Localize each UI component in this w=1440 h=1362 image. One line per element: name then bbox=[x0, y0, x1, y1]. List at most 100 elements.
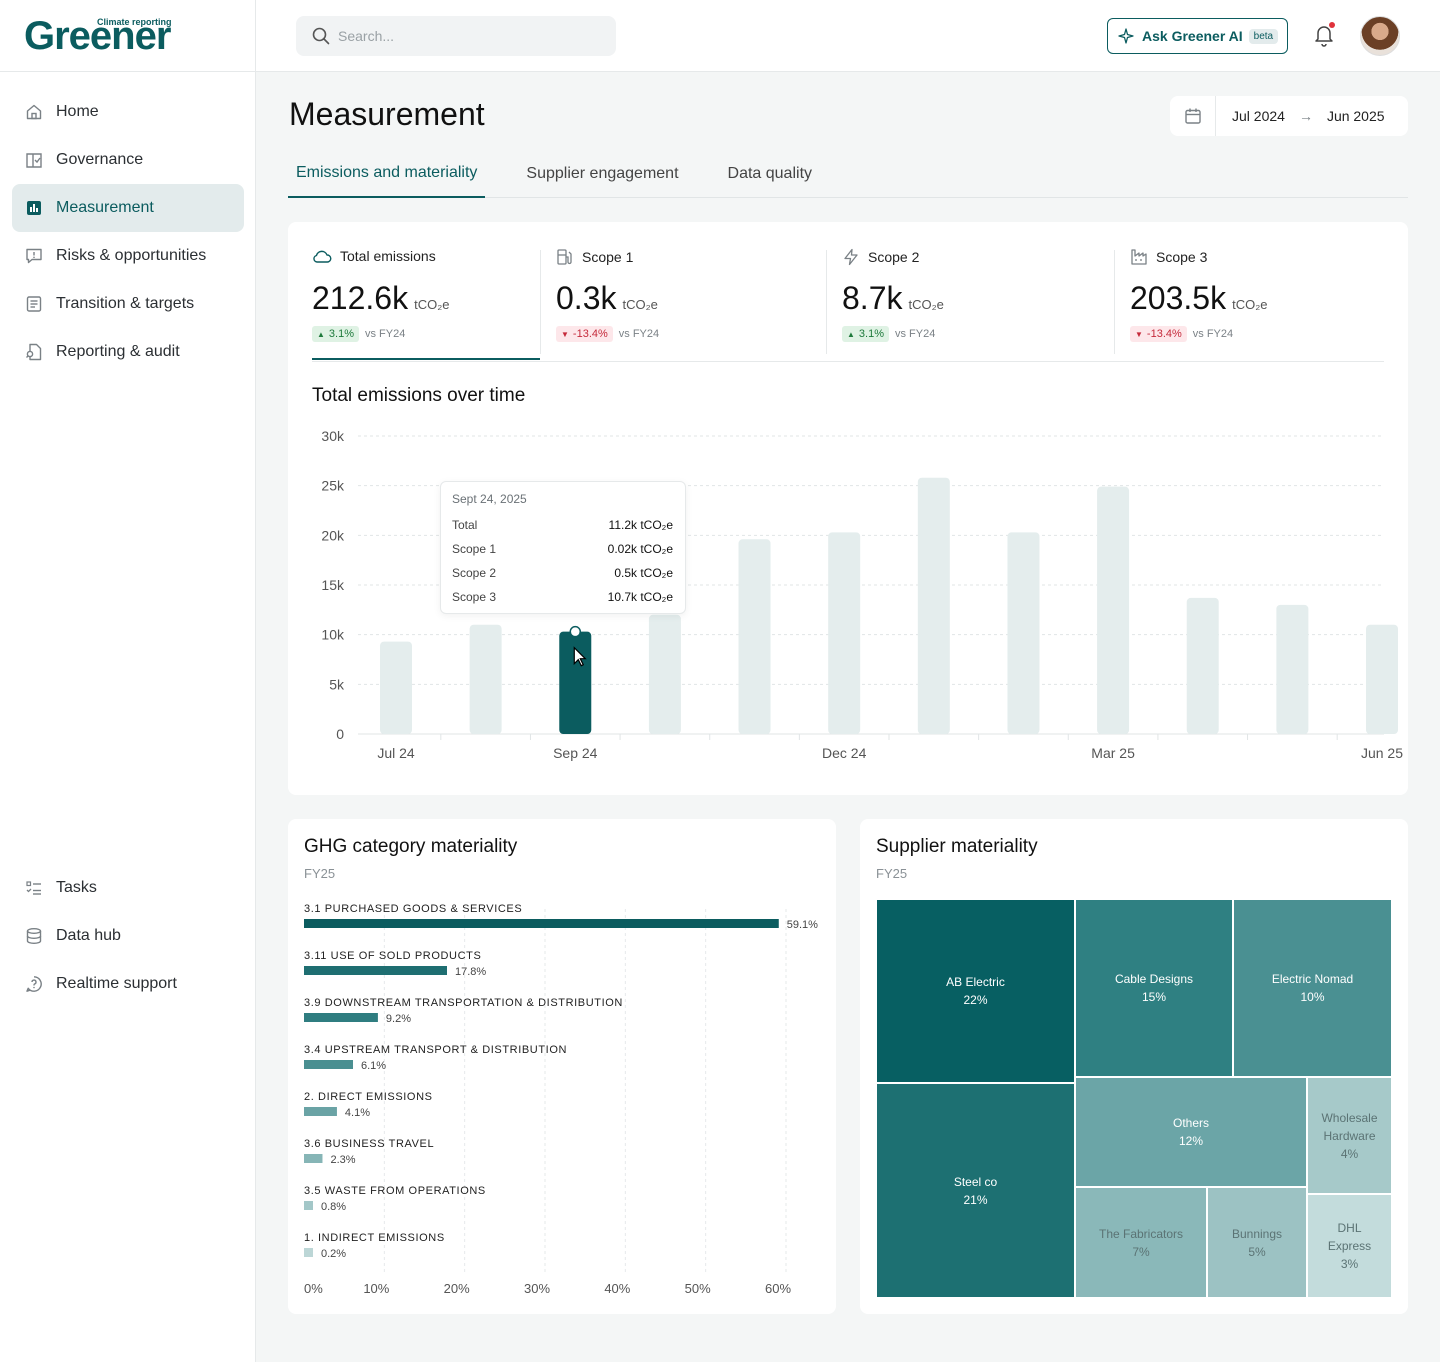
avatar[interactable] bbox=[1360, 16, 1400, 56]
bar-jan-25[interactable] bbox=[917, 477, 950, 734]
bar-jul-24[interactable] bbox=[380, 641, 412, 734]
kpi-scope-2[interactable]: Scope 2 8.7k tCO₂e ▲ 3.1% vs FY24 bbox=[826, 242, 1114, 360]
kpi-value: 8.7k bbox=[842, 280, 903, 316]
category-bar[interactable] bbox=[304, 1060, 354, 1069]
message-alert-icon bbox=[24, 246, 44, 266]
delta-value: -13.4% bbox=[572, 328, 608, 340]
category-bar[interactable] bbox=[304, 1107, 337, 1116]
bar-oct-24[interactable] bbox=[648, 614, 681, 734]
treemap-tile-wholesale-hardware[interactable]: Wholesale Hardware 4% bbox=[1307, 1077, 1392, 1194]
category-bar[interactable] bbox=[304, 1013, 378, 1022]
sidebar-item-governance[interactable]: Governance bbox=[12, 136, 244, 184]
sidebar-item-label: Data hub bbox=[56, 927, 121, 944]
tab-bar: Emissions and materiality Supplier engag… bbox=[288, 150, 1408, 198]
value-label: 2.3% bbox=[330, 1154, 355, 1166]
kpi-unit: tCO₂e bbox=[414, 297, 450, 312]
kpi-value-row: 203.5k tCO₂e bbox=[1130, 280, 1267, 317]
search-input[interactable] bbox=[338, 28, 598, 44]
tab-supplier-engagement[interactable]: Supplier engagement bbox=[518, 150, 686, 198]
bar-apr-25[interactable] bbox=[1186, 597, 1219, 734]
bar-mar-25[interactable] bbox=[1097, 486, 1130, 734]
supplier-materiality-card: Supplier materiality FY25 AB Electric 22%… bbox=[860, 819, 1408, 1314]
date-from[interactable]: Jul 2024 bbox=[1232, 108, 1285, 124]
tile-pct: 10% bbox=[1300, 990, 1325, 1004]
ask-ai-button[interactable]: Ask Greener AI beta bbox=[1107, 18, 1288, 54]
sidebar-item-data-hub[interactable]: Data hub bbox=[12, 912, 244, 960]
sidebar-item-label: Measurement bbox=[56, 199, 154, 216]
tooltip-label: Total bbox=[452, 518, 478, 532]
sidebar: Climate reporting Greener Home Governance… bbox=[0, 0, 256, 1362]
category-bar[interactable] bbox=[304, 919, 779, 928]
kpi-value: 212.6k bbox=[312, 280, 409, 316]
bar-may-25[interactable] bbox=[1276, 604, 1309, 734]
delta-badge: ▼ -13.4% bbox=[1130, 326, 1187, 342]
bar-sep-24[interactable] bbox=[559, 631, 592, 734]
treemap-tile-dhl-express[interactable]: DHL Express 3% bbox=[1307, 1194, 1392, 1298]
sidebar-item-label: Reporting & audit bbox=[56, 343, 180, 360]
hover-marker bbox=[569, 625, 582, 638]
bar-nov-24[interactable] bbox=[738, 539, 771, 734]
kpi-scope-1[interactable]: Scope 1 0.3k tCO₂e ▼ -13.4% vs FY24 bbox=[540, 242, 826, 360]
kpi-delta: ▼ -13.4% vs FY24 bbox=[556, 326, 659, 342]
sidebar-item-home[interactable]: Home bbox=[12, 88, 244, 136]
cloud-icon bbox=[312, 248, 332, 264]
category-bar[interactable] bbox=[304, 1248, 313, 1257]
sidebar-item-transition-targets[interactable]: Transition & targets bbox=[12, 280, 244, 328]
x-tick-label: Dec 24 bbox=[822, 745, 867, 761]
kpi-total-emissions[interactable]: Total emissions 212.6k tCO₂e ▲ 3.1% vs FY24 bbox=[312, 242, 540, 360]
kpi-delta: ▲ 3.1% vs FY24 bbox=[842, 326, 935, 342]
category-bar[interactable] bbox=[304, 966, 447, 975]
bar-feb-25[interactable] bbox=[1007, 532, 1040, 734]
sidebar-item-reporting-audit[interactable]: Reporting & audit bbox=[12, 328, 244, 376]
lightning-icon bbox=[842, 248, 860, 266]
bar-jun-25[interactable] bbox=[1366, 624, 1398, 734]
tooltip-label: Scope 3 bbox=[452, 590, 497, 604]
treemap-tile-bunnings[interactable]: Bunnings 5% bbox=[1207, 1187, 1307, 1298]
treemap-tile-ab-electric[interactable]: AB Electric 22% bbox=[876, 899, 1075, 1083]
kpi-scope-3[interactable]: Scope 3 203.5k tCO₂e ▼ -13.4% vs FY24 bbox=[1114, 242, 1384, 360]
kpi-unit: tCO₂e bbox=[622, 297, 658, 312]
bar-dec-24[interactable] bbox=[828, 532, 861, 734]
kpi-value-row: 0.3k tCO₂e bbox=[556, 280, 658, 317]
bar-chart-icon bbox=[24, 198, 44, 218]
tooltip-date: Sept 24, 2025 bbox=[452, 492, 527, 506]
value-label: 4.1% bbox=[345, 1107, 370, 1119]
date-range-picker[interactable]: Jul 2024 → Jun 2025 bbox=[1170, 96, 1408, 136]
x-tick-label: 40% bbox=[604, 1281, 630, 1296]
sidebar-item-tasks[interactable]: Tasks bbox=[12, 864, 244, 912]
delta-value: 3.1% bbox=[858, 328, 884, 340]
category-bar[interactable] bbox=[304, 1154, 323, 1163]
tile-name: DHL Express bbox=[1327, 1221, 1372, 1253]
sidebar-item-realtime-support[interactable]: Realtime support bbox=[12, 960, 244, 1008]
x-tick-label: 0% bbox=[304, 1281, 323, 1296]
tab-data-quality[interactable]: Data quality bbox=[720, 150, 821, 198]
delta-value: 3.1% bbox=[328, 328, 354, 340]
delta-compare: vs FY24 bbox=[895, 328, 936, 340]
treemap-tile-electric-nomad[interactable]: Electric Nomad 10% bbox=[1233, 899, 1392, 1077]
x-tick-label: Jun 25 bbox=[1361, 745, 1403, 761]
notifications-button[interactable] bbox=[1312, 22, 1336, 48]
logo[interactable]: Climate reporting Greener bbox=[0, 0, 255, 72]
tile-pct: 5% bbox=[1248, 1244, 1266, 1259]
treemap-tile-steel-co[interactable]: Steel co 21% bbox=[876, 1083, 1075, 1298]
sidebar-item-measurement[interactable]: Measurement bbox=[12, 184, 244, 232]
sidebar-item-risks-opportunities[interactable]: Risks & opportunities bbox=[12, 232, 244, 280]
category-label: 2. DIRECT EMISSIONS bbox=[304, 1091, 433, 1103]
bar-aug-24[interactable] bbox=[469, 624, 502, 734]
tab-emissions-materiality[interactable]: Emissions and materiality bbox=[288, 150, 486, 198]
treemap-tile-cable-designs[interactable]: Cable Designs 15% bbox=[1075, 899, 1233, 1077]
tile-pct: 21% bbox=[963, 1192, 988, 1207]
calendar-icon bbox=[1170, 96, 1216, 136]
date-to[interactable]: Jun 2025 bbox=[1327, 108, 1385, 124]
file-search-icon bbox=[24, 342, 44, 362]
treemap-tile-the-fabricators[interactable]: The Fabricators 7% bbox=[1075, 1187, 1207, 1298]
search-box[interactable] bbox=[296, 16, 616, 56]
ghg-bar-chart: 0% 10% 20% 30% 40% 50% 60% 3.1 PURCHASED GOODS … bbox=[304, 903, 818, 1296]
category-label: 1. INDIRECT EMISSIONS bbox=[304, 1232, 445, 1244]
kpi-header: Total emissions bbox=[312, 248, 436, 264]
sparkle-icon bbox=[1118, 28, 1134, 44]
triangle-up-icon: ▲ bbox=[317, 329, 325, 339]
y-tick-label: 10k bbox=[321, 627, 345, 643]
category-bar[interactable] bbox=[304, 1201, 313, 1210]
treemap-tile-others[interactable]: Others 12% bbox=[1075, 1077, 1307, 1187]
